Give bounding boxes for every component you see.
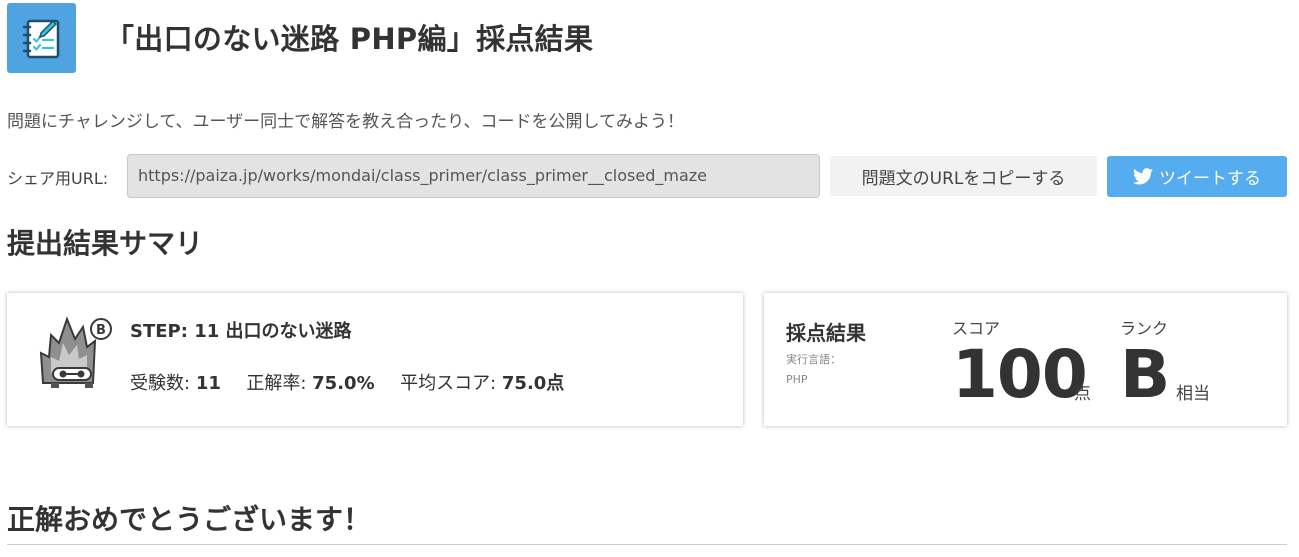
tweet-button[interactable]: ツイートする <box>1107 156 1287 197</box>
avg-score-label: 平均スコア: <box>400 373 497 394</box>
share-url-field[interactable]: https://paiza.jp/works/mondai/class_prim… <box>127 154 820 198</box>
rank-unit: 相当 <box>1176 384 1210 404</box>
copy-url-button-label: 問題文のURLをコピーする <box>861 168 1066 189</box>
intro-text: 問題にチャレンジして、ユーザー同士で解答を教え合ったり、コードを公開してみよう！ <box>7 112 684 132</box>
correct-rate-value: 75.0% <box>312 373 375 394</box>
summary-card: B STEP: 11 出口のない迷路 受験数: 11 正解率: 75.0% 平均… <box>7 293 743 426</box>
page-title: 「出口のない迷路 PHP編」採点結果 <box>105 22 594 56</box>
rank-value: B <box>1120 336 1171 413</box>
mascot-icon: B <box>39 316 112 388</box>
summary-title: 提出結果サマリ <box>7 227 204 260</box>
grading-result-label: 採点結果 <box>786 321 866 345</box>
logo-tile <box>7 3 76 73</box>
result-card: 採点結果 実行言語： PHP スコア 100 点 ランク B 相当 <box>764 293 1287 426</box>
rank-badge-letter: B <box>96 323 106 338</box>
step-stats: 受験数: 11 正解率: 75.0% 平均スコア: 75.0点 <box>130 369 564 395</box>
twitter-bird-icon <box>1133 168 1153 185</box>
step-title: STEP: 11 出口のない迷路 <box>130 321 352 342</box>
score-unit: 点 <box>1074 384 1091 404</box>
tweet-button-label: ツイートする <box>1159 169 1261 189</box>
avg-score-value: 75.0点 <box>501 373 565 394</box>
share-url-label: シェア用URL: <box>7 169 109 188</box>
score-value: 100 <box>952 336 1088 413</box>
language-label: 実行言語： <box>786 353 841 366</box>
examinees-value: 11 <box>195 373 221 394</box>
notebook-checklist-icon <box>22 19 59 59</box>
language-value: PHP <box>786 373 808 386</box>
share-row: シェア用URL: https://paiza.jp/works/mondai/c… <box>7 154 1289 198</box>
examinees-label: 受験数: <box>130 373 191 394</box>
page-header <box>7 3 76 73</box>
copy-url-button[interactable]: 問題文のURLをコピーする <box>830 156 1097 196</box>
correct-rate-label: 正解率: <box>246 373 307 394</box>
congrats-title: 正解おめでとうございます！ <box>7 503 372 536</box>
section-divider <box>7 544 1287 545</box>
